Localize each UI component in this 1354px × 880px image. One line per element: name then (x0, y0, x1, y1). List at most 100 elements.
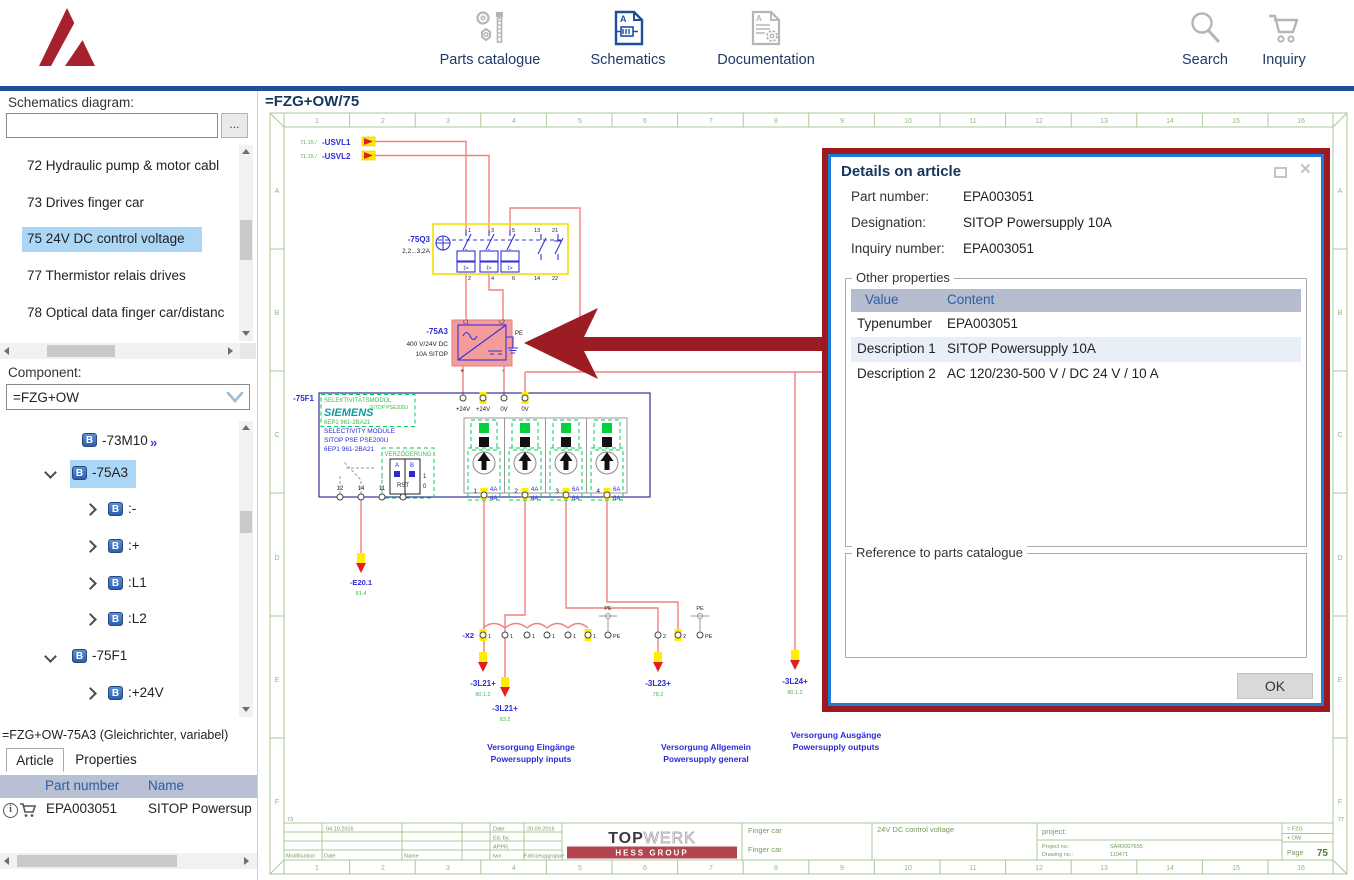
component-dropdown[interactable]: =FZG+OW (6, 384, 250, 410)
tree-item-label: -73M10 (102, 433, 148, 448)
tree-item-more-indicator[interactable]: » (150, 435, 157, 450)
scroll-down-arrow[interactable] (242, 707, 250, 712)
scroll-thumb[interactable] (240, 220, 252, 260)
page-number: 75 (1317, 848, 1329, 859)
title-block: 73 77 04.10.2016 Date20.09.2016 Ed. by. … (284, 817, 1344, 860)
diagram-filter-input[interactable] (6, 113, 218, 138)
tree-row[interactable]: B :+24V (0, 683, 238, 707)
next-page-ref: 77 (1338, 817, 1344, 823)
scroll-right-arrow[interactable] (228, 347, 233, 355)
diagram-list-vscrollbar[interactable] (239, 145, 253, 341)
tree-row[interactable]: B -73M10 » (0, 431, 238, 455)
channel-2: 2 4A 4A (509, 420, 541, 502)
svg-text:-3L21+: -3L21+ (492, 704, 518, 713)
restore-icon[interactable] (1274, 167, 1287, 178)
list-item[interactable]: 73 Drives finger car (27, 195, 144, 210)
tree-vscrollbar[interactable] (239, 421, 253, 717)
svg-text:1: 1 (510, 634, 513, 640)
component-75a3[interactable]: L1 L2 PE + - -75A3 400 V/24V DC 10A SITO… (406, 320, 523, 376)
expander-right-icon[interactable] (84, 577, 97, 590)
tab-article[interactable]: Article (6, 748, 64, 772)
link-e20[interactable]: -E20.1 81.4 (350, 553, 372, 597)
tree-row[interactable]: B :+ (0, 536, 238, 560)
expander-right-icon[interactable] (84, 540, 97, 553)
diagram-list-hscrollbar[interactable] (0, 343, 256, 359)
svg-text:SELEKTIVITÄTSMODUL: SELEKTIVITÄTSMODUL (324, 397, 392, 404)
article-name: SITOP Powersup (148, 801, 252, 816)
svg-text:Powersupply general: Powersupply general (663, 754, 749, 764)
link-3l23[interactable]: -3L23+ 78.2 (645, 652, 671, 698)
scroll-thumb[interactable] (240, 511, 252, 533)
svg-text:83.2: 83.2 (500, 717, 511, 723)
column-header-content: Content (947, 292, 994, 307)
svg-text:= FZG: = FZG (1287, 827, 1303, 833)
documentation-icon: A (751, 10, 783, 46)
list-item-selected[interactable]: 75 24V DC control voltage (27, 231, 185, 246)
tool-label: Search (1172, 52, 1238, 68)
tree-row[interactable]: B :- (0, 499, 238, 523)
component-75q3[interactable]: -75Q3 2,2...3,2A I> I> I> 1351321 246142… (402, 224, 568, 282)
list-item[interactable]: 77 Thermistor relais drives (27, 268, 186, 283)
expander-down-icon[interactable] (44, 650, 57, 663)
info-icon[interactable]: i (3, 803, 18, 818)
terminal-strip-x2[interactable]: -X2 111111 PE 22 PE PE PE (462, 606, 712, 641)
expander-right-icon[interactable] (84, 503, 97, 516)
property-row[interactable]: Description 2 AC 120/230-500 V / DC 24 V… (851, 362, 1301, 387)
expander-right-icon[interactable] (84, 613, 97, 626)
tree-row[interactable]: B -75F1 (0, 646, 238, 670)
link-3l24[interactable]: -3L24+ 80.1.2 (782, 650, 808, 696)
topwerk-logo: TOPWERK (608, 830, 696, 847)
scrollbar-corner-grip (240, 343, 256, 359)
cart-icon[interactable] (19, 802, 37, 819)
feed-usvl2[interactable]: 71.15 / -USVL2 (300, 151, 375, 161)
header: Parts catalogue A Schematics A Doc (0, 0, 1354, 86)
delay-selector: VERZÖGERUNG A B 1 0 (382, 448, 434, 498)
svg-text:0: 0 (423, 484, 427, 490)
svg-text:C: C (274, 432, 279, 439)
component-75f1[interactable]: -75F1 SELEKTIVITÄTSMODUL SITOP PSE200U S… (293, 392, 650, 502)
svg-text:Project no.:: Project no.: (1042, 844, 1070, 850)
svg-text:RST: RST (397, 483, 409, 489)
list-item[interactable]: 72 Hydraulic pump & motor cabl (27, 158, 219, 173)
scroll-thumb[interactable] (47, 345, 115, 357)
svg-text:12: 12 (337, 486, 344, 492)
expander-right-icon[interactable] (84, 687, 97, 700)
close-icon[interactable]: × (1300, 162, 1311, 178)
tree-row[interactable]: B :L2 (0, 609, 238, 633)
nav-label: Parts catalogue (430, 52, 550, 68)
svg-text:PE: PE (613, 634, 621, 640)
property-row[interactable]: Description 1 SITOP Powersupply 10A (851, 337, 1301, 362)
svg-text:3: 3 (491, 228, 494, 234)
tree-row[interactable]: B :L1 (0, 573, 238, 597)
svg-text:3: 3 (555, 488, 559, 495)
browse-button[interactable]: ... (221, 113, 248, 138)
component-b-icon: B (108, 502, 123, 516)
link-3l21-1[interactable]: -3L21+ 80.1.2 (470, 652, 496, 698)
tree-row-selected[interactable]: B -75A3 (0, 462, 238, 488)
article-hscrollbar[interactable] (0, 853, 257, 869)
svg-text:6A: 6A (613, 487, 620, 493)
article-part-number: EPA003051 (46, 801, 117, 816)
scroll-up-arrow[interactable] (242, 149, 250, 154)
svg-text:4A: 4A (531, 487, 538, 493)
scroll-left-arrow[interactable] (4, 857, 9, 865)
scroll-left-arrow[interactable] (4, 347, 9, 355)
prev-page-ref: 73 (287, 817, 293, 823)
svg-text:22: 22 (552, 276, 558, 282)
scroll-up-arrow[interactable] (242, 425, 250, 430)
feed-usvl1[interactable]: 71.15 / -USVL1 (300, 137, 375, 147)
tab-properties[interactable]: Properties (66, 748, 146, 772)
scroll-down-arrow[interactable] (242, 331, 250, 336)
property-row[interactable]: Typenumber EPA003051 (851, 312, 1301, 337)
link-3l21-2[interactable]: -3L21+ 83.2 (492, 677, 518, 723)
expander-down-icon[interactable] (44, 466, 57, 479)
component-b-icon: B (82, 433, 97, 447)
ok-button[interactable]: OK (1237, 673, 1313, 699)
svg-text:D: D (1337, 555, 1342, 562)
list-item[interactable]: 78 Optical data finger car/distanc (27, 305, 224, 320)
scroll-right-arrow[interactable] (244, 857, 249, 865)
scroll-thumb[interactable] (17, 855, 177, 867)
properties-table-header: Value Content (851, 289, 1301, 312)
svg-text:5: 5 (512, 228, 515, 234)
article-table-row[interactable]: i EPA003051 SITOP Powersup (0, 799, 257, 823)
